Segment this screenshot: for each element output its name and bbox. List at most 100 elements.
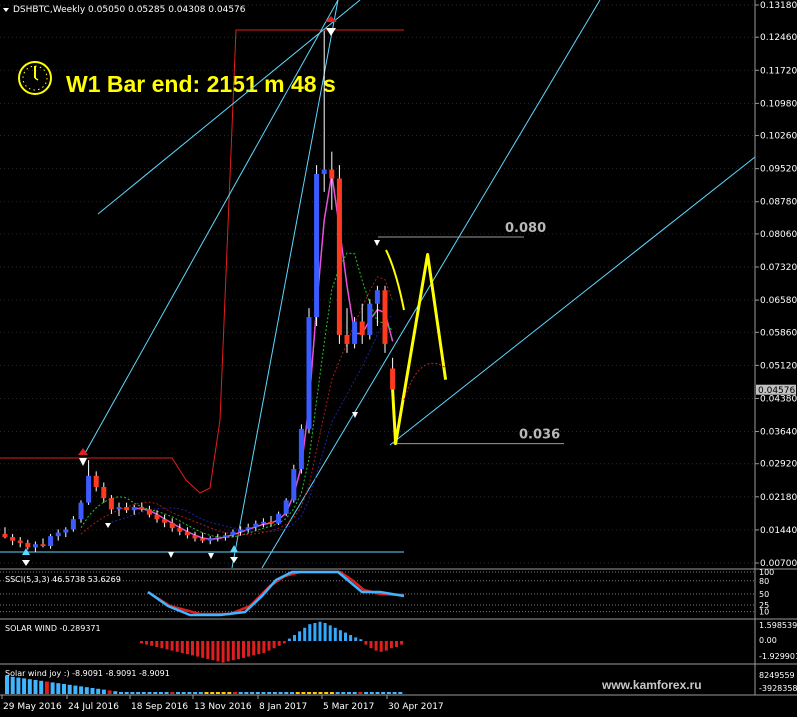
joy-bar: [255, 692, 260, 694]
candle-body: [291, 469, 297, 501]
candle-body: [101, 486, 107, 499]
candle[interactable]: [291, 464, 297, 503]
joy-bar: [39, 680, 44, 694]
solar-wind-bar: [344, 632, 347, 641]
joy-tick-bottom: -3928358: [759, 684, 797, 693]
joy-tick-top: 8249559: [759, 671, 795, 680]
stochastic-panel[interactable]: SSCl(5,3,3) 46.5738 53.6269 10080502510: [0, 568, 797, 617]
price-tick-label: 0.05860: [760, 328, 797, 338]
candle-body: [93, 475, 99, 487]
solar-wind-bar: [201, 641, 205, 658]
candle-body: [314, 174, 320, 318]
solar-wind-bar: [221, 641, 225, 663]
joy-bar: [301, 692, 306, 694]
joy-bar: [113, 691, 118, 694]
date-axis[interactable]: 29 May 2016 24 Jul 2016 18 Sep 2016 13 Nov …: [0, 694, 797, 712]
joy-bar: [290, 692, 294, 694]
candle[interactable]: [382, 285, 388, 353]
solar-wind-bar: [303, 627, 307, 641]
joy-bar: [250, 692, 255, 694]
candle[interactable]: [314, 165, 320, 327]
joy-bar: [147, 692, 152, 694]
solar-wind-bar: [313, 623, 317, 641]
stoch-tick-label: 100: [759, 568, 774, 577]
joy-bar: [381, 692, 386, 694]
solar-wind-bar: [389, 641, 393, 649]
candle-body: [359, 321, 365, 335]
joy-bar: [130, 692, 135, 694]
solar-wind-bar: [400, 641, 404, 645]
date-tick: 13 Nov 2016: [192, 695, 252, 712]
candle[interactable]: [283, 498, 289, 517]
solar-wind-bar: [231, 641, 235, 661]
solar-wind-bar: [323, 623, 327, 641]
solar-wind-bar: [333, 627, 337, 641]
trading-chart[interactable]: DSHBTC,Weekly 0.05050 0.05285 0.04308 0.…: [0, 0, 797, 717]
joy-bar: [124, 692, 129, 694]
joy-bar: [170, 692, 175, 694]
candle[interactable]: [352, 317, 358, 349]
joy-bar: [50, 682, 55, 694]
price-tick-label: 0.08060: [760, 230, 797, 240]
joy-bar: [369, 692, 374, 694]
solar-wind-panel[interactable]: SOLAR WIND -0.289371 1.598539 0.00 -1.92…: [0, 618, 797, 663]
joy-bar: [176, 692, 180, 694]
solar-wind-joy-label: Solar wind joy :) -8.9091 -8.9091 -8.909…: [5, 669, 170, 678]
level-label: 0.036: [519, 428, 560, 443]
joy-bar: [153, 692, 158, 694]
candle-body: [25, 542, 31, 548]
solar-wind-bar: [160, 641, 164, 649]
price-tick-label: 0.10980: [760, 99, 797, 109]
solar-tick-top: 1.598539: [759, 621, 797, 630]
solar-wind-bar: [354, 637, 358, 641]
solar-wind-bar: [277, 641, 281, 646]
solar-wind-bar: [338, 630, 342, 641]
solar-wind-bar: [242, 641, 245, 658]
symbol-header: DSHBTC,Weekly 0.05050 0.05285 0.04308 0.…: [3, 5, 246, 15]
candle-body: [382, 290, 388, 344]
solar-wind-bar: [267, 641, 271, 651]
candle[interactable]: [298, 424, 304, 474]
candle-body: [329, 169, 335, 179]
candle-body: [78, 502, 84, 520]
candle[interactable]: [306, 308, 312, 434]
solar-wind-bar: [170, 641, 174, 651]
candle-body: [177, 528, 183, 532]
solar-wind-bar: [298, 631, 302, 641]
date-tick-label: 18 Sep 2016: [131, 702, 188, 712]
solar-wind-bar: [216, 641, 220, 662]
date-tick: 24 Jul 2016: [66, 695, 119, 712]
candle[interactable]: [336, 165, 342, 344]
solar-wind-joy-panel[interactable]: Solar wind joy :) -8.9091 -8.9091 -8.909…: [0, 663, 797, 694]
price-tick-label: 0.02180: [760, 493, 797, 503]
date-tick-label: 24 Jul 2016: [68, 702, 119, 712]
joy-bar: [67, 684, 72, 694]
price-tick-label: 0.06580: [760, 296, 797, 306]
candle[interactable]: [367, 299, 373, 340]
joy-bar: [90, 688, 95, 694]
candle-body: [139, 507, 145, 510]
solar-wind-bar: [191, 641, 194, 656]
date-tick-label: 5 Mar 2017: [323, 702, 374, 712]
joy-bar: [210, 692, 215, 694]
candle-body: [390, 368, 396, 390]
price-tick-label: 0.09520: [760, 165, 797, 175]
solar-wind-bar: [272, 641, 276, 649]
joy-bar: [347, 692, 351, 694]
joy-bar: [22, 678, 27, 694]
candle-body: [2, 533, 8, 538]
solar-tick-bottom: -1.929901: [759, 652, 797, 661]
solar-wind-bar: [369, 641, 373, 649]
candle-body: [200, 538, 206, 541]
joy-bar: [307, 692, 312, 694]
candle-body: [207, 538, 213, 541]
candle-body: [268, 521, 274, 524]
current-price-tag: 0.04576: [756, 384, 796, 396]
solar-wind-bar: [262, 641, 266, 653]
joy-bar: [364, 692, 369, 694]
solar-wind-bar: [185, 641, 189, 655]
date-tick-label: 29 May 2016: [3, 702, 62, 712]
watermark: www.kamforex.ru: [601, 678, 702, 692]
joy-bar: [267, 692, 272, 694]
price-tick-label: 0.02920: [760, 460, 797, 470]
